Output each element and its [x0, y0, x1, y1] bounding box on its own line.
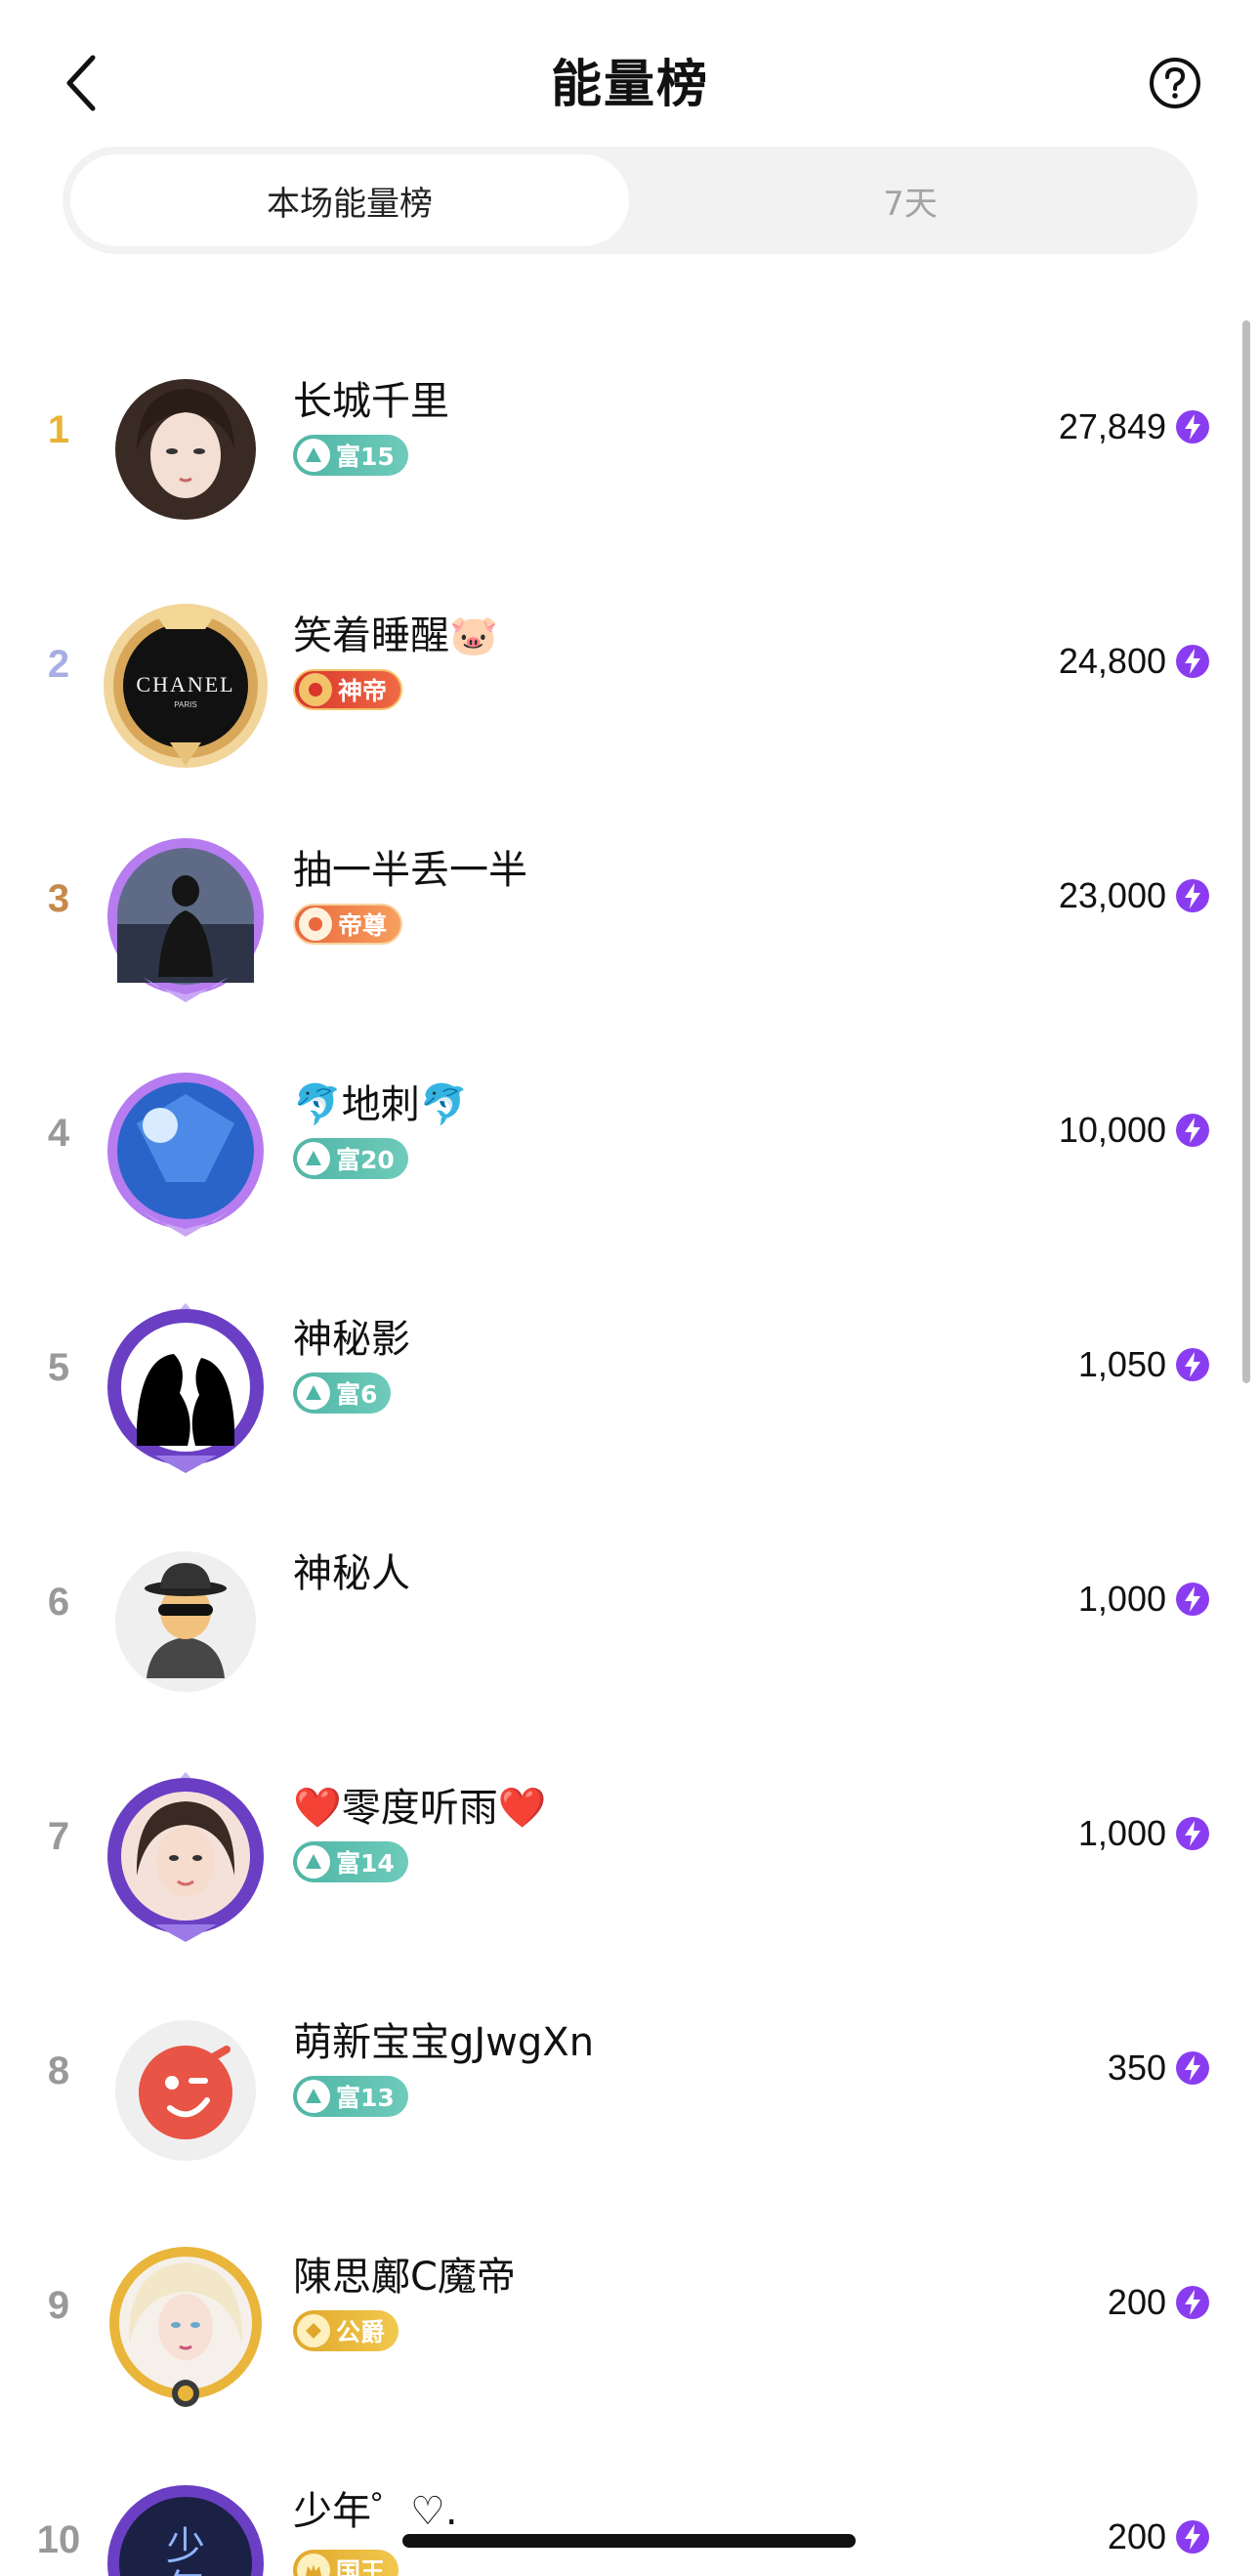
rank-number: 6: [47, 1581, 70, 1624]
wealth-badge: 富15: [293, 435, 408, 476]
avatar[interactable]: [98, 2237, 273, 2413]
energy-score: 24,800: [1058, 641, 1166, 681]
user-name: 萌新宝宝gJwgXn: [293, 2020, 595, 2065]
energy-score: 10,000: [1058, 1110, 1166, 1150]
energy-score: 1,000: [1077, 1813, 1166, 1853]
energy-score: 27,849: [1058, 406, 1166, 446]
energy-score: 23,000: [1058, 875, 1166, 915]
tab-current-session[interactable]: 本场能量榜: [70, 154, 629, 246]
energy-bolt-icon: [1176, 1817, 1209, 1850]
list-item[interactable]: 4 🐬地刺🐬 富20 10,000: [0, 1026, 1260, 1260]
user-name: 笑着睡醒🐷: [293, 613, 498, 658]
diamond-icon: [297, 2314, 330, 2347]
avatar[interactable]: [98, 1534, 273, 1710]
triangle-icon: [297, 1142, 330, 1175]
rank-number: 9: [47, 2284, 70, 2327]
home-indicator[interactable]: [402, 2534, 856, 2548]
question-circle-icon: [1150, 58, 1200, 108]
crown-icon: [299, 673, 332, 706]
user-name: 陳思鄺C魔帝: [293, 2255, 516, 2300]
energy-bolt-icon: [1176, 410, 1209, 443]
avatar[interactable]: [98, 1768, 273, 1944]
energy-bolt-icon: [1176, 1348, 1209, 1381]
energy-score: 1,000: [1077, 1579, 1166, 1619]
crown-icon: [299, 908, 332, 941]
svg-text:少: 少: [166, 2524, 205, 2569]
energy-bolt-icon: [1176, 1114, 1209, 1147]
wealth-badge: 富20: [293, 1138, 408, 1179]
spy-icon: [115, 1551, 256, 1692]
crown-icon: [297, 2554, 330, 2576]
rank-badge: 公爵: [293, 2310, 399, 2351]
svg-text:年: 年: [166, 2567, 205, 2576]
avatar[interactable]: [98, 830, 273, 1006]
header: 能量榜: [0, 0, 1260, 147]
list-item[interactable]: 1 长城千里 富15 27,849: [0, 322, 1260, 557]
user-name: 少年゜♡.: [293, 2489, 458, 2534]
triangle-icon: [297, 439, 330, 472]
rank-number: 3: [47, 877, 70, 920]
rank-number: 8: [47, 2049, 70, 2092]
list-item[interactable]: 6 神秘人 1,000: [0, 1495, 1260, 1729]
page-title: 能量榜: [550, 56, 709, 114]
rank-number: 1: [47, 408, 70, 451]
list-item[interactable]: 8 萌新宝宝gJwgXn 富13 350: [0, 1964, 1260, 2198]
avatar[interactable]: [98, 361, 273, 537]
user-name: 抽一半丢一半: [293, 848, 527, 893]
energy-bolt-icon: [1176, 1583, 1209, 1616]
avatar[interactable]: [98, 1065, 273, 1241]
list-item[interactable]: 3 抽一半丢一半 帝尊 23,000: [0, 791, 1260, 1026]
rank-badge: 帝尊: [293, 904, 403, 945]
list-item[interactable]: 10 少 年 少年゜♡. 国王 200: [0, 2432, 1260, 2576]
energy-score: 1,050: [1077, 1344, 1166, 1384]
energy-score: 200: [1107, 2516, 1166, 2556]
list-item[interactable]: 7 ❤️零度听雨❤️ 富14 1,000: [0, 1729, 1260, 1964]
svg-text:CHANEL: CHANEL: [136, 672, 234, 697]
rank-number: 2: [47, 643, 70, 686]
list-item[interactable]: 9 陳思鄺C魔帝 公爵 200: [0, 2198, 1260, 2432]
rank-number: 4: [47, 1112, 70, 1155]
avatar[interactable]: 少 年: [98, 2471, 273, 2576]
energy-bolt-icon: [1176, 879, 1209, 912]
avatar[interactable]: [98, 2003, 273, 2178]
triangle-icon: [297, 2080, 330, 2113]
user-name: 🐬地刺🐬: [293, 1082, 469, 1127]
energy-bolt-icon: [1176, 2286, 1209, 2319]
rank-number: 5: [47, 1346, 70, 1389]
energy-bolt-icon: [1176, 2520, 1209, 2554]
energy-bolt-icon: [1176, 2051, 1209, 2085]
energy-score: 350: [1107, 2048, 1166, 2088]
rank-badge: 国王: [293, 2550, 399, 2576]
help-button[interactable]: [1149, 57, 1201, 109]
ranking-tabs: 本场能量榜 7天: [63, 147, 1197, 254]
rank-badge: 神帝: [293, 669, 403, 710]
energy-score: 200: [1107, 2282, 1166, 2322]
rank-number: 10: [36, 2518, 81, 2561]
avatar[interactable]: CHANEL PARIS: [98, 596, 273, 772]
triangle-icon: [297, 1845, 330, 1879]
wealth-badge: 富14: [293, 1841, 408, 1882]
user-name: 神秘影: [293, 1317, 410, 1362]
user-name: ❤️零度听雨❤️: [293, 1786, 547, 1831]
user-name: 长城千里: [293, 379, 449, 424]
list-item[interactable]: 2 CHANEL PARIS 笑着睡醒🐷 神帝 24,800: [0, 557, 1260, 791]
energy-ranking-page: 能量榜 本场能量榜 7天 1 长城千里 富15 27,849 2 CHANEL …: [0, 0, 1260, 2576]
wealth-badge: 富13: [293, 2076, 408, 2117]
rank-number: 7: [47, 1815, 70, 1858]
list-item[interactable]: 5 神秘影 富6 1,050: [0, 1260, 1260, 1495]
tab-7-days[interactable]: 7天: [631, 154, 1190, 246]
avatar[interactable]: [98, 1299, 273, 1475]
user-name: 神秘人: [293, 1551, 410, 1596]
triangle-icon: [297, 1376, 330, 1410]
wealth-badge: 富6: [293, 1372, 392, 1414]
svg-text:PARIS: PARIS: [174, 700, 196, 709]
energy-bolt-icon: [1176, 645, 1209, 678]
